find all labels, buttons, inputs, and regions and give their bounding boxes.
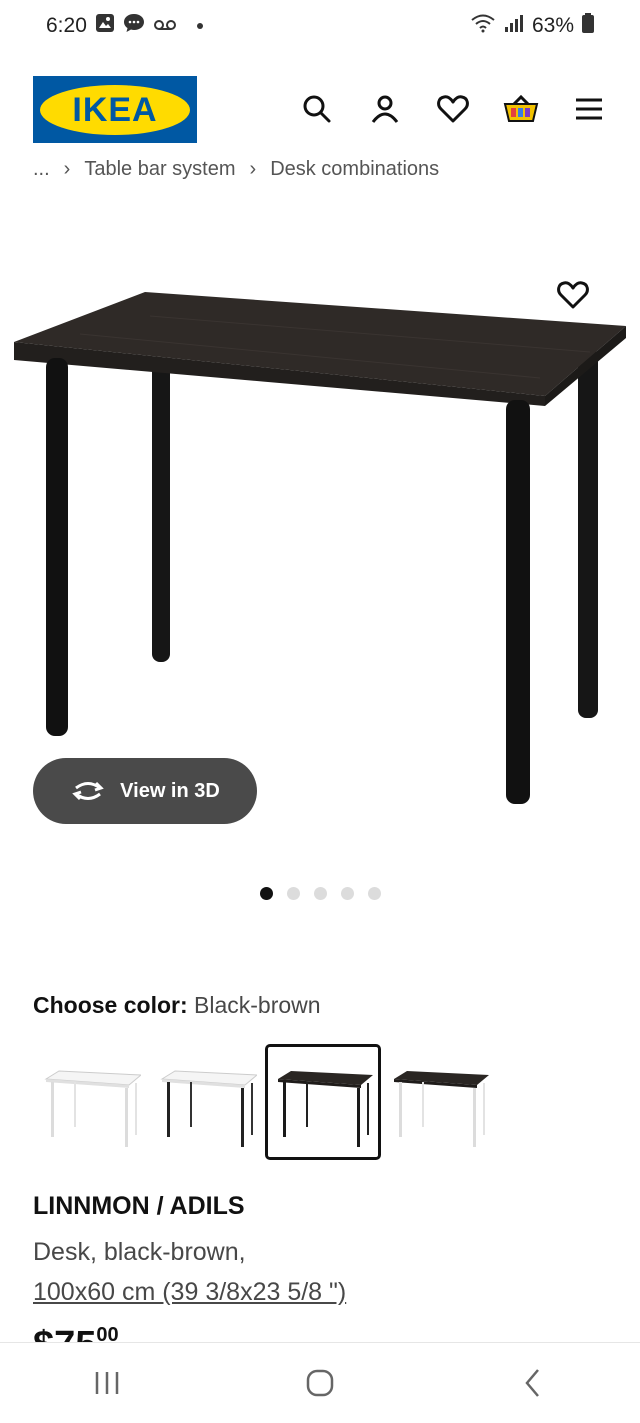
battery-icon <box>582 13 594 39</box>
breadcrumb-separator: › <box>63 158 71 180</box>
choose-color-value: Black-brown <box>194 992 321 1018</box>
product-price: $7500 <box>33 1324 119 1342</box>
price-main: $75 <box>33 1324 96 1342</box>
breadcrumb-item[interactable]: ... <box>33 158 50 180</box>
site-header: IKEA <box>0 72 640 148</box>
view-in-3d-label: View in 3D <box>120 779 220 802</box>
search-icon[interactable] <box>298 90 336 128</box>
heart-icon <box>557 281 589 309</box>
color-swatches <box>33 1044 497 1160</box>
color-swatch-white-black[interactable] <box>149 1044 265 1160</box>
gallery-pagination <box>0 887 640 901</box>
add-to-favorites-button[interactable] <box>553 276 593 314</box>
header-icons <box>298 90 608 128</box>
breadcrumb: ... › Table bar system › Desk combinations <box>33 148 633 182</box>
voicemail-icon <box>153 14 177 38</box>
desk-thumbnail <box>394 1071 489 1147</box>
status-time: 6:20 <box>46 14 87 37</box>
menu-icon[interactable] <box>570 90 608 128</box>
cart-icon[interactable] <box>502 90 540 128</box>
logo-wordmark: IKEA <box>72 91 157 129</box>
notification-dot <box>196 23 203 29</box>
pagination-dot[interactable] <box>367 887 381 900</box>
desk-thumbnail <box>278 1071 373 1147</box>
desk-thumbnail <box>160 1070 257 1147</box>
price-cents: 00 <box>96 1324 119 1342</box>
price-clip: $7500 <box>33 1322 333 1342</box>
color-swatch-black-brown-white[interactable] <box>381 1044 497 1160</box>
gallery-icon <box>95 13 115 39</box>
message-icon <box>123 12 145 40</box>
rotate-3d-icon <box>72 781 104 801</box>
product-image[interactable] <box>0 238 640 838</box>
home-button[interactable] <box>290 1353 350 1413</box>
status-bar: 6:20 63% <box>0 0 640 52</box>
recent-apps-button[interactable] <box>77 1353 137 1413</box>
recents-icon <box>95 1372 118 1394</box>
logo-oval: IKEA <box>40 84 190 135</box>
product-name: LINNMON / ADILS <box>33 1192 245 1220</box>
pagination-dot[interactable] <box>313 887 327 900</box>
product-description: Desk, black-brown, 100x60 cm (39 3/8x23 … <box>33 1232 346 1312</box>
back-button[interactable] <box>503 1353 563 1413</box>
breadcrumb-item[interactable]: Desk combinations <box>270 158 439 180</box>
ikea-logo[interactable]: IKEA <box>33 76 197 143</box>
product-type: Desk, black-brown, <box>33 1238 246 1266</box>
status-right: 63% <box>470 13 594 39</box>
home-icon <box>306 1369 334 1397</box>
account-icon[interactable] <box>366 90 404 128</box>
status-left: 6:20 <box>46 12 203 40</box>
color-swatch-white[interactable] <box>33 1044 149 1160</box>
pagination-dot[interactable] <box>340 887 354 900</box>
color-swatch-black-brown[interactable] <box>265 1044 381 1160</box>
choose-color-label: Choose color: <box>33 992 188 1018</box>
pagination-dot[interactable] <box>259 887 273 900</box>
view-in-3d-button[interactable]: View in 3D <box>33 758 257 824</box>
battery-percent: 63% <box>531 14 574 37</box>
wifi-icon <box>470 13 496 39</box>
breadcrumb-inner: ... › Table bar system › Desk combinations <box>33 158 439 181</box>
choose-color: Choose color: Black-brown <box>33 992 321 1019</box>
product-size-link[interactable]: 100x60 cm (39 3/8x23 5/8 ") <box>33 1272 346 1312</box>
desk-illustration <box>14 292 626 804</box>
pagination-dot[interactable] <box>286 887 300 900</box>
favorites-icon[interactable] <box>434 90 472 128</box>
breadcrumb-item[interactable]: Table bar system <box>84 158 235 180</box>
signal-icon <box>504 14 524 38</box>
system-nav-bar <box>0 1342 640 1423</box>
desk-thumbnail <box>44 1070 141 1147</box>
svg-text:IKEA: IKEA <box>72 91 157 129</box>
back-icon <box>525 1369 540 1397</box>
breadcrumb-separator: › <box>249 158 257 180</box>
